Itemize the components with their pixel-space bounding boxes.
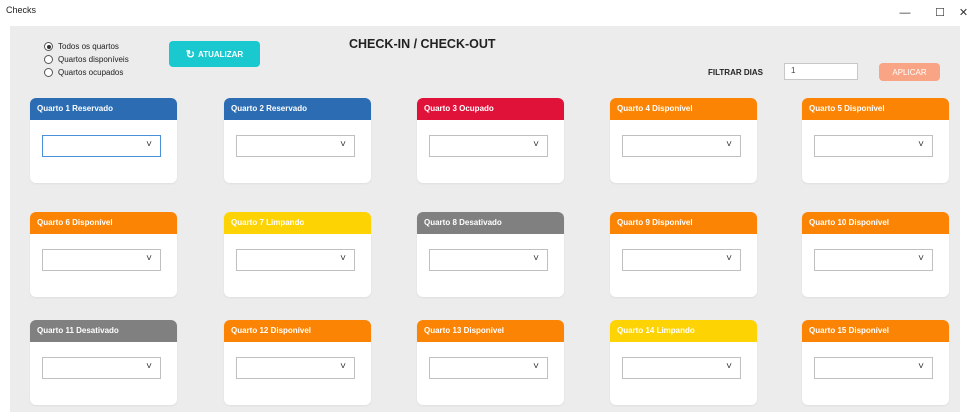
chevron-down-icon[interactable]: ˅ xyxy=(726,253,732,264)
chevron-down-icon[interactable]: ˅ xyxy=(918,361,924,372)
room-card: Quarto 14 Limpando ˅ xyxy=(610,320,757,405)
room-title: Quarto 14 Limpando xyxy=(610,320,757,342)
window-titlebar: Checks — ☐ ✕ xyxy=(0,0,972,26)
room-title: Quarto 8 Desativado xyxy=(417,212,564,234)
room-card: Quarto 8 Desativado ˅ xyxy=(417,212,564,297)
refresh-icon: ↻ xyxy=(185,48,196,61)
room-card: Quarto 6 Disponível ˅ xyxy=(30,212,177,297)
filter-days-label: FILTRAR DIAS xyxy=(708,68,763,77)
chevron-down-icon[interactable]: ˅ xyxy=(533,139,539,150)
filter-option-0[interactable]: Todos os quartos xyxy=(44,40,129,53)
filter-option-1[interactable]: Quartos disponíveis xyxy=(44,53,129,66)
filter-option-label: Quartos ocupados xyxy=(58,68,124,77)
room-card: Quarto 11 Desativado ˅ xyxy=(30,320,177,405)
room-action-dropdown[interactable]: ˅ xyxy=(814,135,933,157)
room-title: Quarto 2 Reservado xyxy=(224,98,371,120)
chevron-down-icon[interactable]: ˅ xyxy=(533,361,539,372)
radio-icon[interactable] xyxy=(44,55,53,64)
room-action-dropdown[interactable]: ˅ xyxy=(429,249,548,271)
room-card: Quarto 2 Reservado ˅ xyxy=(224,98,371,183)
radio-icon[interactable] xyxy=(44,68,53,77)
room-card: Quarto 4 Disponível ˅ xyxy=(610,98,757,183)
chevron-down-icon[interactable]: ˅ xyxy=(146,253,152,264)
room-card: Quarto 7 Limpando ˅ xyxy=(224,212,371,297)
room-action-dropdown[interactable]: ˅ xyxy=(236,135,355,157)
room-action-dropdown[interactable]: ˅ xyxy=(814,357,933,379)
room-action-dropdown[interactable]: ˅ xyxy=(236,357,355,379)
room-action-dropdown[interactable]: ˅ xyxy=(42,135,161,157)
filter-option-2[interactable]: Quartos ocupados xyxy=(44,66,129,79)
room-action-dropdown[interactable]: ˅ xyxy=(622,357,741,379)
close-button[interactable]: ✕ xyxy=(955,2,972,24)
filter-days-input[interactable]: 1 xyxy=(784,63,858,80)
room-title: Quarto 3 Ocupado xyxy=(417,98,564,120)
room-title: Quarto 9 Disponível xyxy=(610,212,757,234)
room-title: Quarto 10 Disponível xyxy=(802,212,949,234)
chevron-down-icon[interactable]: ˅ xyxy=(340,361,346,372)
room-action-dropdown[interactable]: ˅ xyxy=(814,249,933,271)
room-title: Quarto 1 Reservado xyxy=(30,98,177,120)
room-filter-radio-group: Todos os quartos Quartos disponíveis Quart… xyxy=(44,40,129,79)
room-card: Quarto 13 Disponível ˅ xyxy=(417,320,564,405)
room-card: Quarto 12 Disponível ˅ xyxy=(224,320,371,405)
apply-button[interactable]: APLICAR xyxy=(879,63,940,81)
room-card: Quarto 1 Reservado ˅ xyxy=(30,98,177,183)
room-card: Quarto 5 Disponível ˅ xyxy=(802,98,949,183)
window-title: Checks xyxy=(6,5,37,15)
room-title: Quarto 5 Disponível xyxy=(802,98,949,120)
chevron-down-icon[interactable]: ˅ xyxy=(918,139,924,150)
room-action-dropdown[interactable]: ˅ xyxy=(42,249,161,271)
room-title: Quarto 6 Disponível xyxy=(30,212,177,234)
room-title: Quarto 4 Disponível xyxy=(610,98,757,120)
minimize-button[interactable]: — xyxy=(890,2,920,24)
room-action-dropdown[interactable]: ˅ xyxy=(42,357,161,379)
room-action-dropdown[interactable]: ˅ xyxy=(622,249,741,271)
room-title: Quarto 7 Limpando xyxy=(224,212,371,234)
maximize-button[interactable]: ☐ xyxy=(925,2,955,24)
chevron-down-icon[interactable]: ˅ xyxy=(726,139,732,150)
room-action-dropdown[interactable]: ˅ xyxy=(429,357,548,379)
room-title: Quarto 13 Disponível xyxy=(417,320,564,342)
room-title: Quarto 15 Disponível xyxy=(802,320,949,342)
chevron-down-icon[interactable]: ˅ xyxy=(918,253,924,264)
room-title: Quarto 11 Desativado xyxy=(30,320,177,342)
refresh-button[interactable]: ↻ ATUALIZAR xyxy=(169,41,260,67)
chevron-down-icon[interactable]: ˅ xyxy=(340,139,346,150)
chevron-down-icon[interactable]: ˅ xyxy=(533,253,539,264)
chevron-down-icon[interactable]: ˅ xyxy=(146,139,152,150)
chevron-down-icon[interactable]: ˅ xyxy=(340,253,346,264)
refresh-button-label: ATUALIZAR xyxy=(198,49,244,59)
filter-option-label: Todos os quartos xyxy=(58,42,119,51)
radio-icon[interactable] xyxy=(44,42,53,51)
room-card: Quarto 3 Ocupado ˅ xyxy=(417,98,564,183)
room-action-dropdown[interactable]: ˅ xyxy=(622,135,741,157)
room-card: Quarto 9 Disponível ˅ xyxy=(610,212,757,297)
room-action-dropdown[interactable]: ˅ xyxy=(236,249,355,271)
chevron-down-icon[interactable]: ˅ xyxy=(726,361,732,372)
chevron-down-icon[interactable]: ˅ xyxy=(146,361,152,372)
room-card: Quarto 10 Disponível ˅ xyxy=(802,212,949,297)
filter-option-label: Quartos disponíveis xyxy=(58,55,129,64)
main-panel: Todos os quartos Quartos disponíveis Quart… xyxy=(10,26,960,412)
room-card: Quarto 15 Disponível ˅ xyxy=(802,320,949,405)
page-title: CHECK-IN / CHECK-OUT xyxy=(349,37,496,51)
room-title: Quarto 12 Disponível xyxy=(224,320,371,342)
room-action-dropdown[interactable]: ˅ xyxy=(429,135,548,157)
